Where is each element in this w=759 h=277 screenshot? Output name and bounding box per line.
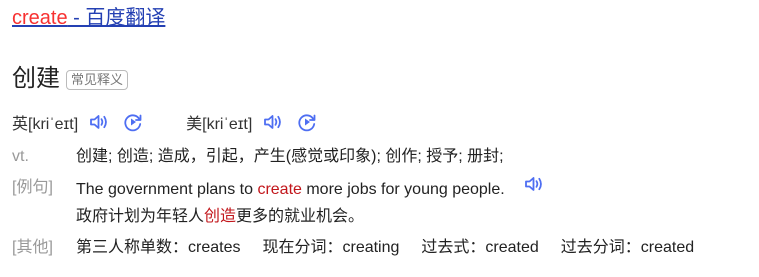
common-meaning-badge: 常见释义 [66,70,129,90]
definition-meanings: 创建; 创造; 造成，引起，产生(感觉或印象); 创作; 授予; 册封; [76,148,504,165]
example-sentence-cn: 政府计划为年轻人创造更多的就业机会。 [76,205,364,229]
part-of-speech: vt. [12,148,29,165]
result-title-link[interactable]: create - 百度翻译 [12,4,165,32]
speaker-icon[interactable] [523,174,545,202]
example-en-after: more jobs for young people. [301,181,505,199]
form-third-person: 第三人称单数：creates [76,239,241,256]
example-label: [例句] [12,179,53,196]
title-keyword: create [12,7,68,29]
phonetic-uk: 英[kriˈeɪt] [12,116,79,133]
form-past-participle: 过去分词：created [560,239,695,256]
example-cn-before: 政府计划为年轻人 [76,208,205,225]
speaker-icon[interactable] [88,111,110,133]
form-present-participle: 现在分词：creating [262,239,400,256]
example-sentence-en: The government plans to create more jobs… [76,176,545,204]
example-en-before: The government plans to [76,181,258,199]
headword: 创建 [12,65,60,92]
speaker-icon[interactable] [262,111,284,133]
example-cn-after: 更多的就业机会。 [236,208,365,225]
word-forms: 第三人称单数：creates 现在分词：creating 过去式：created 过去… [76,236,694,260]
pronunciation-us: 美[kriˈeɪt] [186,110,330,134]
other-label: [其他] [12,239,53,256]
example-en-highlight: create [257,181,302,199]
replay-icon[interactable] [122,111,144,133]
example-cn-highlight: 创造 [204,208,237,225]
form-past-tense: 过去式：created [421,239,539,256]
pronunciation-row: 英[kriˈeɪt] 美[kriˈeɪt] [12,108,330,136]
title-source: - 百度翻译 [67,7,166,29]
pronunciation-uk: 英[kriˈeɪt] [12,110,156,134]
headword-row: 创建 常见释义 [12,62,129,96]
replay-icon[interactable] [296,111,318,133]
phonetic-us: 美[kriˈeɪt] [186,116,253,133]
